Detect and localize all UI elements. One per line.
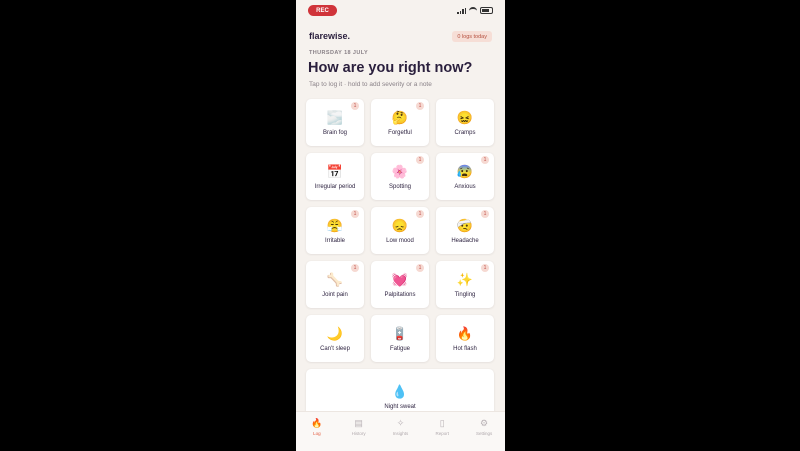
app-logo: flarewise. [309,31,351,41]
symptom-card-irritable[interactable]: 😤 Irritable 1 [306,207,364,254]
tab-history[interactable]: ▤ History [340,418,378,436]
symptom-card-joint-pain[interactable]: 🦴 Joint pain 1 [306,261,364,308]
symptom-label: Irregular period [314,183,356,190]
symptom-label: Hot flash [453,345,477,352]
tab-insights[interactable]: ✧ Insights [381,418,419,436]
flame-icon: 🔥 [311,418,323,428]
page-title: How are you right now? [308,60,473,76]
symptom-label: Fatigue [389,345,410,352]
sparkle-icon: ✧ [396,418,405,428]
phone-screen: REC flarewise. 0 logs today THURSDAY 18 … [296,0,505,451]
signal-icon [457,7,466,14]
date-label: THURSDAY 18 JULY [309,50,369,56]
system-icons [457,7,493,14]
logs-today-badge[interactable]: 0 logs today [452,31,492,42]
symptom-card-spotting[interactable]: 🌸 Spotting 1 [371,153,429,200]
symptom-label: Brain fog [322,129,347,136]
symptom-label: Low mood [386,237,414,244]
brain-fog-icon: 🌫️ [326,109,344,125]
spotting-icon: 🌸 [391,163,409,179]
symptom-card-fatigue[interactable]: 🪫 Fatigue [371,315,429,362]
symptom-label: Can't sleep [320,345,350,352]
symptom-card-cramps[interactable]: 😖 Cramps [436,99,494,146]
symptom-label: Tingling [454,291,476,298]
status-bar: REC [296,0,505,22]
symptom-label: Forgetful [388,129,412,136]
headache-icon: 🤕 [456,217,474,233]
page-subtitle: Tap to log it · hold to add severity or … [309,81,432,88]
log-count-badge: 1 [416,264,424,272]
symptom-card-tingling[interactable]: ✨ Tingling 1 [436,261,494,308]
irregular-period-icon: 📅 [326,163,344,179]
tab-label: Report [435,431,450,436]
log-count-badge: 1 [351,102,359,110]
hot-flash-icon: 🔥 [456,325,474,341]
symptom-card-low-mood[interactable]: 😞 Low mood 1 [371,207,429,254]
tab-settings[interactable]: ⚙ Settings [465,418,503,436]
tab-label: History [351,431,366,436]
symptom-card-brain-fog[interactable]: 🌫️ Brain fog 1 [306,99,364,146]
symptom-label: Night sweat [384,403,416,410]
irritable-icon: 😤 [326,217,344,233]
log-count-badge: 1 [351,264,359,272]
fatigue-icon: 🪫 [391,325,409,341]
battery-icon [480,7,493,14]
log-count-badge: 1 [351,210,359,218]
palpitations-icon: 💓 [391,271,409,287]
log-count-badge: 1 [416,210,424,218]
symptom-card-headache[interactable]: 🤕 Headache 1 [436,207,494,254]
log-count-badge: 1 [481,264,489,272]
wifi-icon [469,7,477,14]
can-t-sleep-icon: 🌙 [326,325,344,341]
symptom-label: Headache [451,237,479,244]
night-sweat-icon: 💧 [391,383,409,399]
log-count-badge: 1 [481,210,489,218]
gear-icon: ⚙ [480,418,489,428]
symptom-label: Anxious [454,183,476,190]
document-icon: ▯ [439,418,445,428]
log-count-badge: 1 [416,156,424,164]
tingling-icon: ✨ [456,271,474,287]
symptom-grid: 🌫️ Brain fog 1 🤔 Forgetful 1 😖 Cramps 📅 Irregular… [306,99,495,424]
cramps-icon: 😖 [456,109,474,125]
symptom-card-palpitations[interactable]: 💓 Palpitations 1 [371,261,429,308]
symptom-card-hot-flash[interactable]: 🔥 Hot flash [436,315,494,362]
anxious-icon: 😰 [456,163,474,179]
symptom-label: Irritable [324,237,345,244]
tab-bar: 🔥 Log ▤ History ✧ Insights ▯ Report ⚙ Settings [296,411,505,451]
symptom-label: Spotting [388,183,412,190]
tab-label: Insights [392,431,409,436]
symptom-label: Palpitations [384,291,416,298]
symptom-card-anxious[interactable]: 😰 Anxious 1 [436,153,494,200]
symptom-card-irregular-period[interactable]: 📅 Irregular period [306,153,364,200]
joint-pain-icon: 🦴 [326,271,344,287]
tab-report[interactable]: ▯ Report [423,418,461,436]
symptom-card-can-t-sleep[interactable]: 🌙 Can't sleep [306,315,364,362]
symptom-label: Joint pain [322,291,348,298]
tab-log[interactable]: 🔥 Log [298,418,336,436]
symptom-card-forgetful[interactable]: 🤔 Forgetful 1 [371,99,429,146]
log-count-badge: 1 [481,156,489,164]
forgetful-icon: 🤔 [391,109,409,125]
calendar-icon: ▤ [354,418,363,428]
log-count-badge: 1 [416,102,424,110]
recording-indicator[interactable]: REC [308,5,337,16]
symptom-label: Cramps [454,129,476,136]
low-mood-icon: 😞 [391,217,409,233]
tab-label: Settings [475,431,493,436]
tab-label: Log [313,431,321,436]
